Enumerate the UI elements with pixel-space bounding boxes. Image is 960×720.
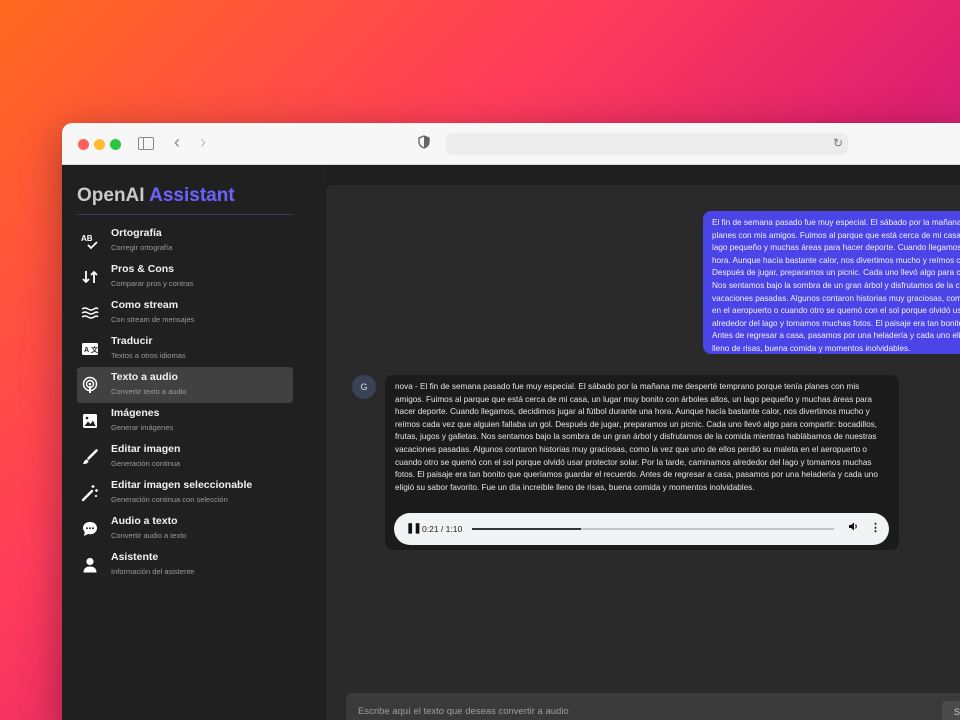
audio-player[interactable]: ❚❚ 0:21 / 1:10 ⋮ [394,513,889,545]
sidebar-menu: AB Ortografía Corregir ortografía Pros &… [77,223,293,583]
translate-icon: A文 [81,340,99,358]
maximize-window-button[interactable] [110,139,121,150]
close-window-button[interactable] [78,139,89,150]
waves-icon [81,304,99,322]
forward-arrow-icon[interactable]: › [200,133,206,151]
sidebar-item-asistente[interactable]: Asistente Información del asistente [77,547,293,583]
sidebar-toggle-icon[interactable] [138,137,154,150]
browser-window: ‹ › ↻ OpenAI Assistant AB Ortografía Cor… [62,123,960,720]
sidebar-item-texto-a-audio[interactable]: Texto a audio Convertir texto a audio [77,367,293,403]
sidebar-item-editar-imagen-seleccionable[interactable]: Editar imagen seleccionable Generación c… [77,475,293,511]
minimize-window-button[interactable] [94,139,105,150]
sidebar-item-imagenes[interactable]: Imágenes Generar imágenes [77,403,293,439]
back-arrow-icon[interactable]: ‹ [174,133,180,151]
assistant-message: nova - El fin de semana pasado fue muy e… [385,375,899,550]
assistant-message-text: nova - El fin de semana pasado fue muy e… [395,382,878,492]
sidebar-item-como-stream[interactable]: Como stream Con stream de mensajes [77,295,293,331]
magic-wand-icon [81,484,99,502]
chat-area: El fin de semana pasado fue muy especial… [326,185,960,720]
sidebar-item-audio-a-texto[interactable]: Audio a texto Convertir audio a texto [77,511,293,547]
sidebar-item-pros-cons[interactable]: Pros & Cons Comparar pros y contras [77,259,293,295]
svg-text:AB: AB [81,234,93,243]
audio-progress-fill [472,528,581,530]
assistant-avatar: G [352,375,376,399]
app-title: OpenAI Assistant [77,185,235,206]
brush-icon [81,448,99,466]
address-bar[interactable]: ↻ [446,133,848,155]
message-composer: S [346,693,960,720]
shield-icon[interactable] [418,135,430,154]
person-icon [81,556,99,574]
chat-bubble-icon [81,520,99,538]
sidebar: OpenAI Assistant AB Ortografía Corregir … [62,165,326,720]
audio-time: 0:21 / 1:10 [422,524,463,534]
send-button[interactable]: S [942,701,960,720]
user-message: El fin de semana pasado fue muy especial… [703,211,960,354]
sidebar-item-editar-imagen[interactable]: Editar imagen Generación continua [77,439,293,475]
audio-text-input[interactable] [358,701,918,720]
compare-arrows-icon [81,268,99,286]
sidebar-item-ortografia[interactable]: AB Ortografía Corregir ortografía [77,223,293,259]
title-divider [77,214,293,215]
reload-icon[interactable]: ↻ [833,136,843,150]
browser-toolbar: ‹ › ↻ [62,123,960,165]
svg-text:文: 文 [91,345,99,354]
podcast-icon [81,376,99,394]
sidebar-item-traducir[interactable]: A文 Traducir Textos a otros idiomas [77,331,293,367]
spellcheck-icon: AB [81,232,99,250]
more-options-icon[interactable]: ⋮ [870,521,881,534]
svg-text:A: A [84,347,89,354]
volume-icon[interactable] [848,521,859,535]
image-icon [81,412,99,430]
audio-progress-bar[interactable] [472,528,834,530]
pause-icon[interactable]: ❚❚ [406,523,422,534]
